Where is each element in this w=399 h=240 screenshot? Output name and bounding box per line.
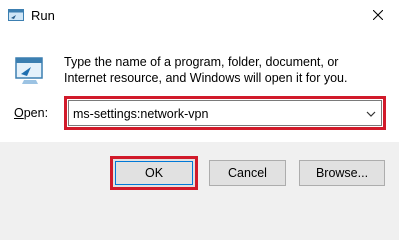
open-combobox-field[interactable]: ms-settings:network-vpn	[68, 100, 382, 126]
cancel-button[interactable]: Cancel	[209, 160, 286, 186]
chevron-down-icon[interactable]	[365, 108, 377, 120]
open-label-accesskey: O	[14, 106, 24, 120]
browse-button-label: Browse...	[315, 166, 369, 180]
open-label: Open:	[14, 106, 48, 120]
ok-button-label: OK	[144, 166, 164, 180]
run-app-icon	[14, 54, 46, 86]
open-combobox[interactable]: ms-settings:network-vpn	[64, 96, 386, 130]
open-input[interactable]: ms-settings:network-vpn	[73, 107, 208, 121]
title-bar[interactable]: Run	[0, 0, 399, 32]
dialog-content: Type the name of a program, folder, docu…	[0, 32, 399, 142]
run-dialog: Run Type the name of a program, folder, …	[0, 0, 399, 206]
window-title: Run	[31, 8, 55, 23]
open-label-text: pen:	[23, 106, 49, 120]
close-button[interactable]	[357, 0, 399, 32]
run-app-icon	[8, 9, 24, 23]
run-description: Type the name of a program, folder, docu…	[64, 55, 348, 85]
browse-button[interactable]: Browse...	[299, 160, 385, 186]
close-icon	[372, 9, 384, 23]
ok-button-face[interactable]: OK	[115, 161, 193, 185]
ok-button[interactable]: OK	[110, 156, 198, 190]
cancel-button-label: Cancel	[228, 166, 267, 180]
button-bar: OK Cancel Browse...	[0, 142, 399, 206]
